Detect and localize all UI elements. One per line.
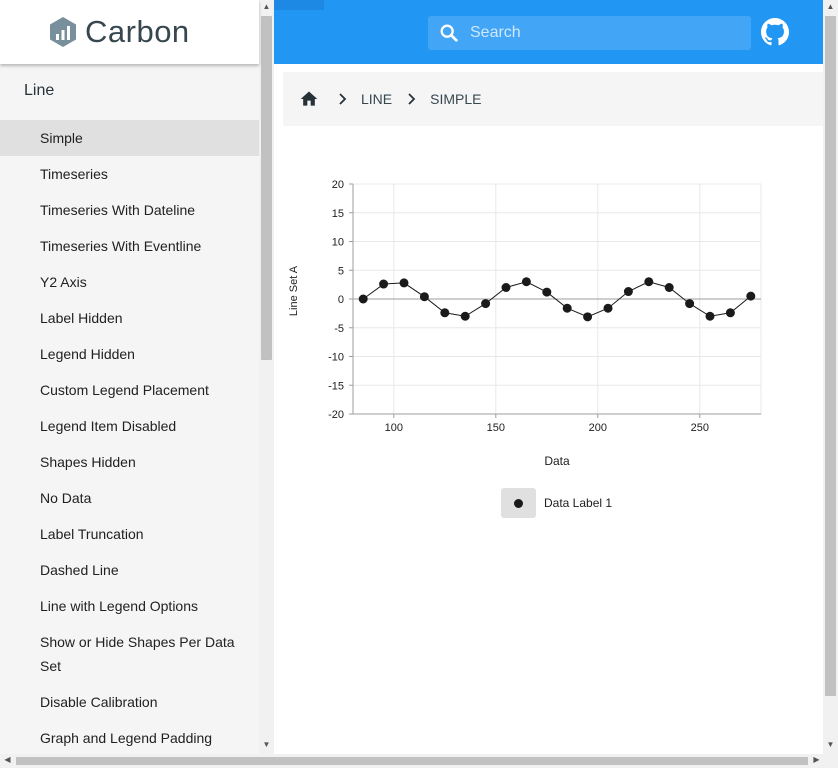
legend-label: Data Label 1 (544, 496, 613, 510)
sidebar-item-y2-axis[interactable]: Y2 Axis (0, 264, 259, 300)
chevron-right-icon (339, 93, 347, 105)
data-point (419, 292, 429, 302)
y-tick-label: 15 (332, 208, 344, 220)
data-point (725, 308, 735, 318)
sidebar-item-disable-calibration[interactable]: Disable Calibration (0, 684, 259, 720)
data-point (440, 308, 450, 318)
legend-dot-icon (514, 498, 523, 508)
scroll-left-icon[interactable]: ◀ (0, 755, 15, 764)
legend-item-toggle[interactable] (501, 488, 536, 518)
line-chart: 20 15 10 5 0 -5 -10 -15 -20 100 150 200 250 Data Line … (288, 179, 762, 468)
breadcrumb: LINE SIMPLE (283, 72, 823, 126)
chevron-right-icon (408, 93, 416, 105)
sidebar: Carbon Line Simple Timeseries Timeseries W… (0, 0, 274, 768)
sidebar-item-custom-legend-placement[interactable]: Custom Legend Placement (0, 372, 259, 408)
carbon-logo-icon (50, 17, 76, 47)
search-box[interactable] (428, 16, 751, 50)
search-input[interactable] (470, 24, 730, 42)
sidebar-scroll-thumb[interactable] (261, 16, 272, 360)
data-point (583, 312, 593, 322)
data-point (460, 311, 470, 321)
y-tick-label: -10 (328, 352, 344, 364)
data-point (358, 294, 368, 304)
sidebar-item-label-hidden[interactable]: Label Hidden (0, 300, 259, 336)
sidebar-item-graph-and-legend-padding[interactable]: Graph and Legend Padding (0, 720, 259, 756)
data-point (562, 303, 572, 313)
sidebar-item-simple[interactable]: Simple (0, 120, 259, 156)
y-tick-label: -20 (328, 409, 344, 421)
data-point (623, 287, 633, 297)
sidebar-item-timeseries-with-eventline[interactable]: Timeseries With Eventline (0, 228, 259, 264)
y-tick-label: 20 (332, 179, 344, 191)
x-tick-label: 200 (589, 422, 607, 434)
data-point (685, 299, 695, 309)
topbar-strip (274, 0, 324, 10)
data-point (705, 311, 715, 321)
nav-list: Simple Timeseries Timeseries With Dateline… (0, 120, 259, 756)
data-point (379, 279, 389, 289)
sidebar-item-legend-item-disabled[interactable]: Legend Item Disabled (0, 408, 259, 444)
sidebar-item-timeseries[interactable]: Timeseries (0, 156, 259, 192)
y-tick-label: -15 (328, 380, 344, 392)
github-icon[interactable] (761, 18, 789, 46)
data-point (542, 287, 552, 297)
data-point (399, 278, 409, 288)
breadcrumb-item-simple: SIMPLE (430, 91, 482, 107)
nav-section-title[interactable]: Line (24, 82, 54, 100)
data-point (664, 283, 674, 292)
top-app-bar (274, 0, 823, 64)
scroll-right-icon[interactable]: ▶ (809, 755, 824, 764)
sidebar-item-legend-hidden[interactable]: Legend Hidden (0, 336, 259, 372)
sidebar-item-timeseries-with-dateline[interactable]: Timeseries With Dateline (0, 192, 259, 228)
brand-title: Carbon (85, 14, 190, 49)
x-axis-label: Data (544, 454, 570, 468)
x-tick-label: 150 (487, 422, 505, 434)
scroll-down-icon[interactable]: ▼ (823, 740, 838, 749)
y-tick-label: 10 (332, 237, 344, 249)
page-horizontal-scrollbar[interactable]: ◀ ▶ (0, 754, 838, 768)
data-point (746, 291, 756, 301)
scroll-up-icon[interactable]: ▲ (259, 2, 274, 11)
horizontal-scroll-thumb[interactable] (16, 757, 808, 765)
data-point (603, 303, 613, 313)
page-vertical-scrollbar[interactable]: ▲ ▼ (823, 0, 838, 754)
sidebar-scrollbar[interactable]: ▲ ▼ (259, 0, 274, 754)
scroll-up-icon[interactable]: ▲ (823, 2, 838, 11)
search-icon (440, 24, 458, 42)
sidebar-item-show-or-hide-shapes-per-data-set[interactable]: Show or Hide Shapes Per Data Set (0, 624, 259, 684)
scroll-down-icon[interactable]: ▼ (259, 740, 274, 749)
brand-header[interactable]: Carbon (0, 0, 259, 64)
x-tick-label: 100 (385, 422, 403, 434)
chart-legend: Data Label 1 (501, 488, 612, 518)
data-point (521, 277, 531, 287)
data-point (644, 277, 654, 287)
breadcrumb-item-line[interactable]: LINE (361, 91, 392, 107)
sidebar-item-no-data[interactable]: No Data (0, 480, 259, 516)
page-scroll-thumb[interactable] (825, 16, 836, 696)
sidebar-item-shapes-hidden[interactable]: Shapes Hidden (0, 444, 259, 480)
sidebar-item-dashed-line[interactable]: Dashed Line (0, 552, 259, 588)
x-tick-label: 250 (691, 422, 709, 434)
y-tick-label: 0 (338, 294, 344, 306)
y-tick-label: 5 (338, 265, 344, 277)
y-tick-label: -5 (334, 323, 344, 335)
sidebar-item-line-with-legend-options[interactable]: Line with Legend Options (0, 588, 259, 624)
data-point (481, 299, 491, 309)
sidebar-item-label-truncation[interactable]: Label Truncation (0, 516, 259, 552)
data-point (501, 283, 511, 292)
y-axis-label: Line Set A (288, 265, 300, 316)
home-icon[interactable] (299, 89, 319, 109)
